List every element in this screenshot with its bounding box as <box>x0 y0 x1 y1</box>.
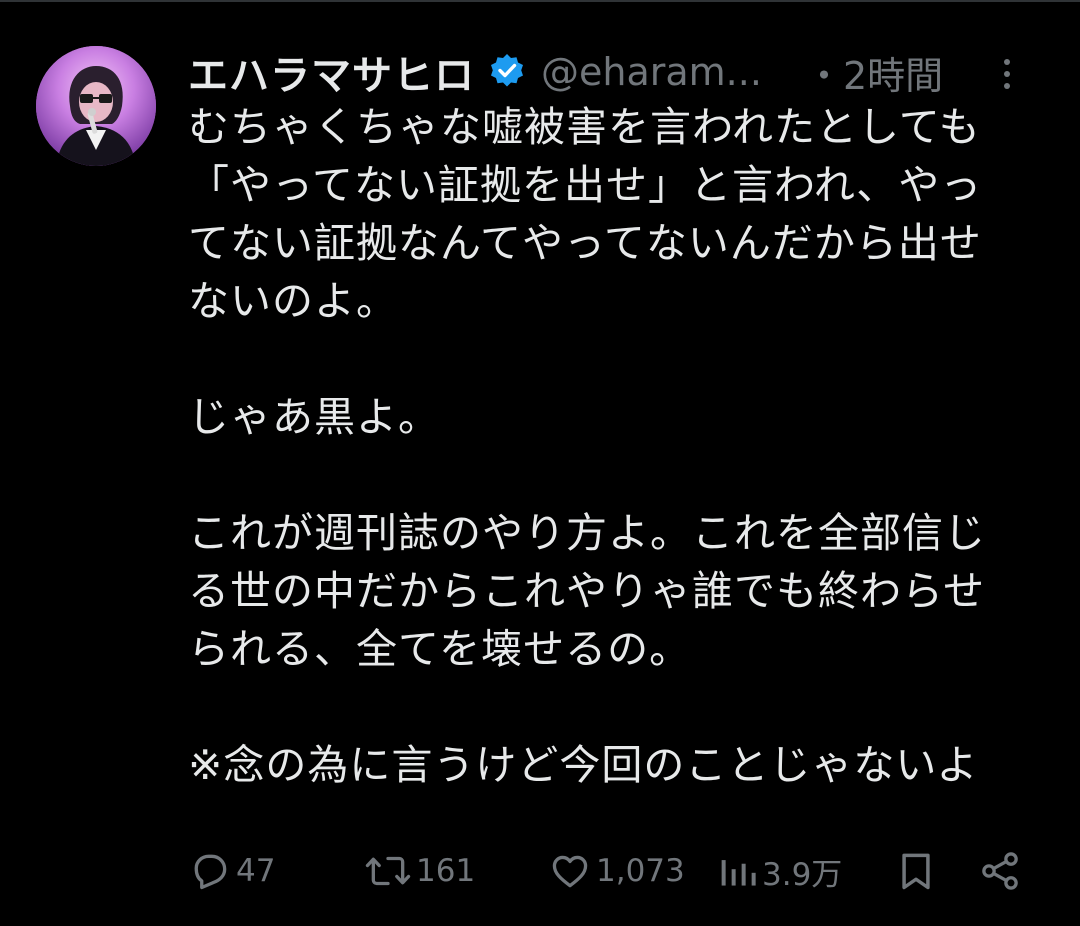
retweet-button[interactable]: 161 <box>364 838 475 904</box>
tweet-text-line: られる、全てを壊せるの。 <box>188 625 692 673</box>
tweet-actions-bar: 47 161 1,073 3.9万 <box>188 838 1048 904</box>
like-count: 1,073 <box>596 853 685 889</box>
tweet-text-line: むちゃくちゃな嘘被害を言われたとしても <box>188 103 981 151</box>
top-divider <box>0 0 1080 2</box>
share-button[interactable] <box>978 838 1022 904</box>
reply-button[interactable]: 47 <box>188 838 275 904</box>
tweet-text-line: 「やってない証拠を出せ」と言われ、やっ <box>188 161 983 209</box>
author-display-name[interactable]: エハラマサヒロ <box>188 43 475 101</box>
share-icon <box>982 852 1018 890</box>
bookmark-button[interactable] <box>894 838 938 904</box>
heart-icon <box>552 855 588 888</box>
views-button[interactable]: 3.9万 <box>718 838 842 904</box>
verified-badge-icon <box>487 52 527 92</box>
retweet-icon <box>365 856 411 886</box>
tweet-text-line: じゃあ黒よ。 <box>188 393 440 441</box>
tweet-text-line: ※念の為に言うけど今回のことじゃないよ <box>188 741 979 789</box>
reply-count: 47 <box>236 853 276 889</box>
bookmark-icon <box>902 853 930 890</box>
tweet-text-line: てない証拠なんてやってないんだから出せ <box>188 219 982 267</box>
avatar-image <box>36 46 156 166</box>
tweet-text-line: る世の中だからこれやりゃ誰でも終わらせ <box>188 567 986 615</box>
like-button[interactable]: 1,073 <box>548 838 685 904</box>
tweet-text: むちゃくちゃな嘘被害を言われたとしても 「やってない証拠を出せ」と言われ、やっ … <box>188 98 1058 794</box>
views-count: 3.9万 <box>762 856 843 893</box>
more-options-icon[interactable] <box>992 52 1022 96</box>
avatar[interactable] <box>36 46 156 166</box>
tweet-text-line: これが週刊誌のやり方よ。これを全部信じ <box>188 509 986 557</box>
tweet-header: エハラマサヒロ @eharam... ・2時間 <box>188 44 1048 100</box>
tweet-timestamp[interactable]: ・2時間 <box>805 45 943 100</box>
retweet-count: 161 <box>416 853 476 889</box>
author-handle[interactable]: @eharam... <box>541 50 773 94</box>
tweet-text-line: ないのよ。 <box>188 277 398 325</box>
views-icon <box>721 860 756 886</box>
reply-icon <box>194 854 227 890</box>
